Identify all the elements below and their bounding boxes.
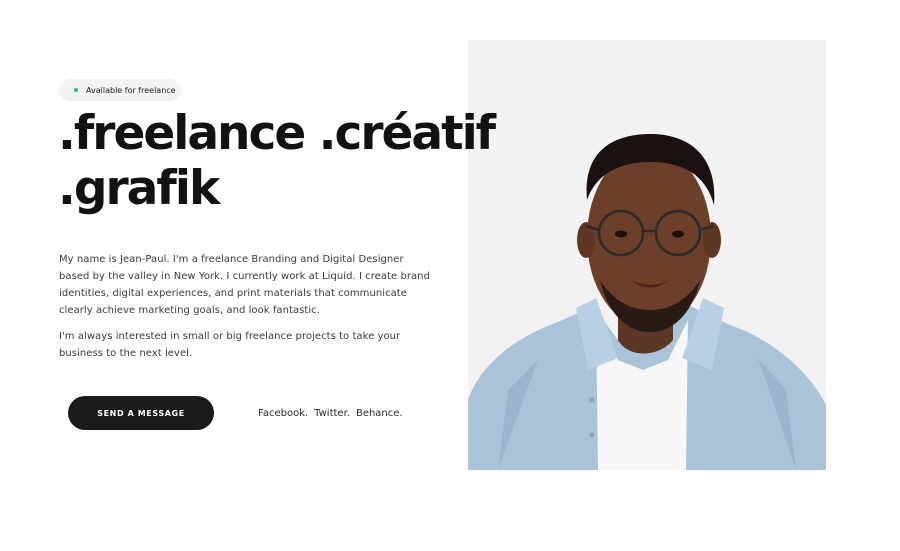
availability-badge: Available for freelance <box>59 79 181 101</box>
bio-text: My name is Jean-Paul. I'm a freelance Br… <box>59 251 459 371</box>
portrait-photo <box>468 40 826 470</box>
bio-line: clearly achieve marketing goals, and loo… <box>59 305 320 316</box>
twitter-link[interactable]: Twitter. <box>314 408 350 419</box>
hero-heading: .freelance .créatif .grafik <box>58 106 496 216</box>
bio-paragraph-1: My name is Jean-Paul. I'm a freelance Br… <box>59 251 459 319</box>
bio-paragraph-2: I'm always interested in small or big fr… <box>59 328 459 362</box>
bio-line: business to the next level. <box>59 348 193 359</box>
status-dot-icon <box>74 88 78 92</box>
bio-line: identities, digital experiences, and pri… <box>59 288 407 299</box>
send-message-button[interactable]: SEND A MESSAGE <box>68 396 214 430</box>
hero-heading-line-1: .freelance .créatif <box>58 106 496 161</box>
bio-line: I'm always interested in small or big fr… <box>59 331 401 342</box>
bio-line: based by the valley in New York. I curre… <box>59 271 430 282</box>
person-portrait-icon <box>468 133 826 470</box>
social-links: Facebook. Twitter. Behance. <box>258 408 403 419</box>
behance-link[interactable]: Behance. <box>356 408 403 419</box>
availability-label: Available for freelance <box>86 85 176 95</box>
facebook-link[interactable]: Facebook. <box>258 408 308 419</box>
hero-heading-line-2: .grafik <box>58 161 220 216</box>
bio-line: My name is Jean-Paul. I'm a freelance Br… <box>59 254 404 265</box>
